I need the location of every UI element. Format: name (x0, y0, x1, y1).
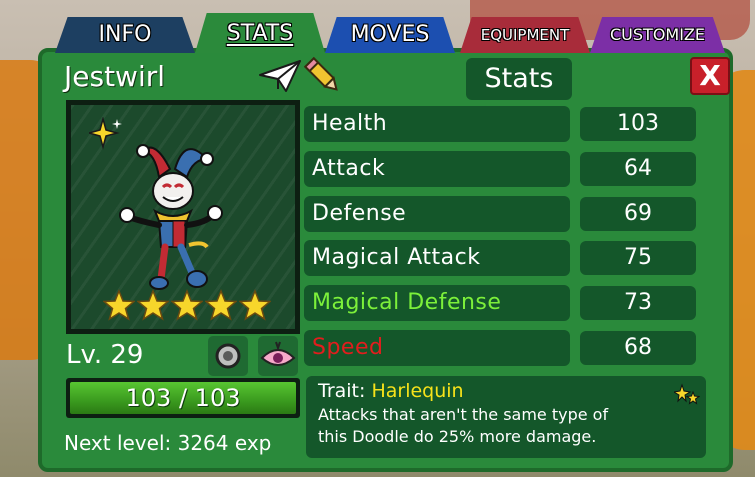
stat-label-speed: Speed (304, 330, 570, 366)
stars-icon (674, 383, 700, 405)
pencil-icon[interactable] (302, 55, 344, 97)
hp-bar: 103 / 103 (66, 378, 300, 418)
stat-value-speed: 68 (580, 331, 696, 365)
hp-bar-fill: 103 / 103 (70, 382, 296, 414)
stat-value-health: 103 (580, 107, 696, 141)
stat-value-magical-attack: 75 (580, 241, 696, 275)
trait-description: Attacks that aren't the same type of thi… (318, 404, 694, 448)
star-icon (137, 289, 169, 321)
tab-equipment[interactable]: EQUIPMENT (460, 17, 590, 53)
stat-label-defense: Defense (304, 196, 570, 232)
stat-value-attack: 64 (580, 152, 696, 186)
star-icon (171, 289, 203, 321)
stat-label-health: Health (304, 106, 570, 142)
next-level-exp: Next level: 3264 exp (64, 431, 272, 455)
stat-label-magical-defense: Magical Defense (304, 285, 570, 321)
tab-info[interactable]: INFO (55, 17, 195, 53)
eye-icon[interactable] (258, 336, 298, 376)
stat-label-attack: Attack (304, 151, 570, 187)
gear-icon[interactable] (208, 336, 248, 376)
paper-plane-icon[interactable] (258, 57, 302, 95)
close-button[interactable]: X (690, 57, 730, 95)
trait-header: Trait: Harlequin (318, 380, 694, 402)
star-icon (239, 289, 271, 321)
tab-stats[interactable]: STATS (195, 13, 325, 53)
trait-name: Harlequin (371, 380, 464, 402)
trait-description-line: this Doodle do 25% more damage. (318, 427, 597, 446)
trait-description-line: Attacks that aren't the same type of (318, 405, 609, 424)
star-icon (205, 289, 237, 321)
stat-label-magical-attack: Magical Attack (304, 240, 570, 276)
star-rating (103, 289, 271, 321)
doodle-sprite (119, 144, 223, 290)
doodle-name: Jestwirl (64, 60, 166, 93)
trait-box: Trait: Harlequin Attacks that aren't the… (306, 376, 706, 458)
stat-value-magical-defense: 73 (580, 286, 696, 320)
star-icon (103, 289, 135, 321)
stat-value-defense: 69 (580, 197, 696, 231)
trait-prefix: Trait: (318, 380, 366, 402)
doodle-level: Lv. 29 (66, 340, 144, 370)
tab-customize[interactable]: CUSTOMIZE (590, 17, 725, 53)
stats-title: Stats (466, 58, 572, 100)
doodle-portrait (66, 100, 300, 334)
tab-moves[interactable]: MOVES (325, 17, 455, 53)
